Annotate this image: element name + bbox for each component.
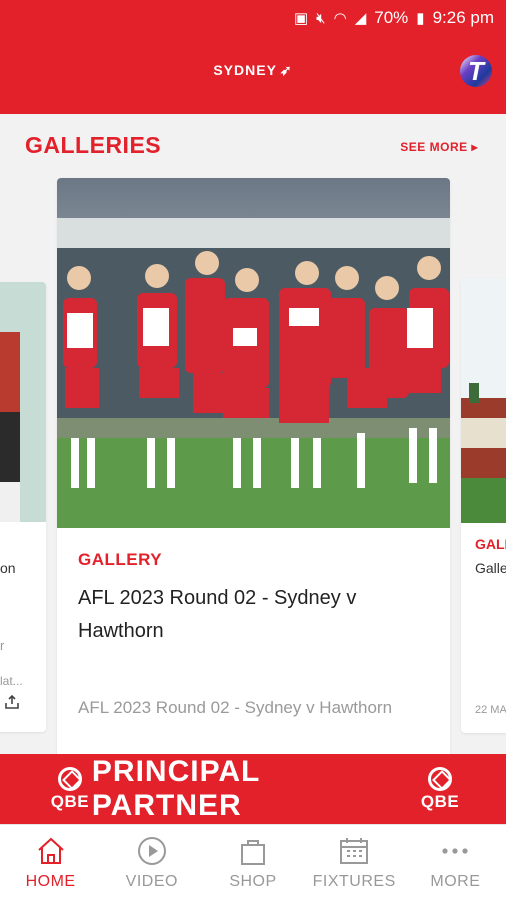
card-date-fragment: 22 MA xyxy=(475,704,506,716)
qbe-logo-right: QBE xyxy=(418,766,462,812)
gallery-thumbnail xyxy=(461,278,506,523)
app-header: SYDNEY ➶ T xyxy=(0,36,506,114)
bottom-nav: HOME VIDEO SHOP FIXTURES MORE xyxy=(0,824,506,900)
telstra-logo-icon[interactable]: T xyxy=(460,55,492,87)
play-icon xyxy=(137,837,166,865)
qbe-mark-icon xyxy=(428,766,453,791)
nav-video[interactable]: VIDEO xyxy=(101,825,202,900)
more-dots-icon xyxy=(442,848,469,854)
nav-label: MORE xyxy=(430,873,481,890)
section-title: GALLERIES xyxy=(25,132,162,158)
nav-label: SHOP xyxy=(229,873,277,890)
share-icon[interactable] xyxy=(4,694,20,710)
galleries-section: GALLERIES SEE MORE ▸ on r lat... GALLERY… xyxy=(0,114,506,754)
nav-more[interactable]: MORE xyxy=(405,825,506,900)
principal-partner-text: PRINCIPAL PARTNER xyxy=(91,755,260,822)
swan-icon: ➶ xyxy=(279,62,293,78)
qbe-logo-text: QBE xyxy=(420,791,460,811)
battery-icon: ▮ xyxy=(416,10,425,27)
qbe-mark-icon xyxy=(57,766,82,791)
card-tag-fragment: GALL xyxy=(475,536,506,552)
signal-icon: ◢ xyxy=(354,10,367,27)
mute-icon: 🔇︎ xyxy=(316,9,326,27)
sim-icon: ▣ xyxy=(293,10,309,27)
nav-shop[interactable]: SHOP xyxy=(202,825,303,900)
nav-label: VIDEO xyxy=(125,873,178,890)
card-title-fragment: on xyxy=(0,560,16,576)
qbe-logo-left: QBE xyxy=(48,766,92,812)
nav-label: FIXTURES xyxy=(312,873,396,890)
gallery-photo xyxy=(57,178,450,528)
card-summary-fragment: r xyxy=(0,638,5,653)
wifi-icon: ◠ xyxy=(333,10,347,27)
gallery-tag: GALLERY xyxy=(78,550,163,569)
card-title-fragment: Galle xyxy=(475,560,506,576)
home-icon xyxy=(37,837,64,864)
brand-name: SYDNEY xyxy=(213,62,277,78)
qbe-logo-text: QBE xyxy=(50,791,90,811)
gallery-headline[interactable]: AFL 2023 Round 02 - Sydney v Hawthorn xyxy=(78,582,408,648)
status-bar: ▣ 🔇︎ ◠ ◢ 70% ▮ 9:26 pm xyxy=(0,0,506,36)
card-date-fragment: lat... xyxy=(0,674,23,688)
gallery-thumbnail xyxy=(0,282,46,522)
gallery-card-next[interactable]: GALL Galle 22 MA xyxy=(461,278,506,733)
shopping-bag-icon xyxy=(241,840,265,865)
gallery-summary: AFL 2023 Round 02 - Sydney v Hawthorn xyxy=(78,698,393,717)
nav-home[interactable]: HOME xyxy=(0,825,102,900)
battery-percent: 70% xyxy=(374,8,409,27)
sponsor-banner[interactable]: QBE PRINCIPAL PARTNER QBE xyxy=(0,754,506,824)
clock: 9:26 pm xyxy=(432,8,494,27)
gallery-card-previous[interactable]: on r lat... xyxy=(0,282,46,732)
nav-fixtures[interactable]: FIXTURES xyxy=(304,825,405,900)
see-more-link[interactable]: SEE MORE ▸ xyxy=(400,140,478,154)
gallery-card[interactable]: GALLERY AFL 2023 Round 02 - Sydney v Haw… xyxy=(57,178,450,754)
nav-label: HOME xyxy=(25,873,76,890)
sydney-logo[interactable]: SYDNEY ➶ xyxy=(0,62,506,79)
calendar-icon xyxy=(340,838,369,864)
